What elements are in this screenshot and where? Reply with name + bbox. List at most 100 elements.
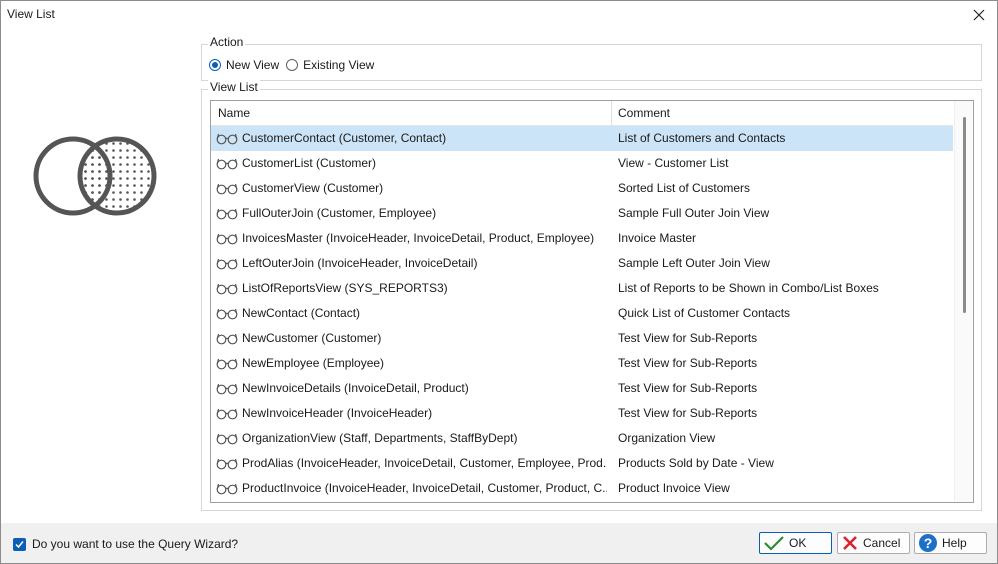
table-row[interactable]: OrganizationView (Staff, Departments, St…	[211, 426, 953, 451]
close-button[interactable]	[961, 1, 997, 29]
view-name-cell: NewCustomer (Customer)	[242, 331, 382, 345]
title-bar: View List	[1, 1, 997, 29]
ok-label: OK	[789, 536, 807, 550]
ok-button[interactable]: OK	[759, 532, 832, 554]
checkbox-checked-icon	[13, 537, 26, 551]
glasses-icon	[216, 207, 238, 223]
glasses-icon	[216, 457, 238, 473]
table-header: Name Comment	[211, 101, 953, 126]
view-name-cell: CustomerView (Customer)	[242, 181, 384, 195]
view-comment-cell: Test View for Sub-Reports	[618, 406, 758, 420]
action-radio-row: New View Existing View	[209, 58, 381, 72]
help-label: Help	[942, 536, 967, 550]
view-comment-cell: Quick List of Customer Contacts	[618, 306, 791, 320]
query-wizard-label: Do you want to use the Query Wizard?	[32, 537, 239, 551]
view-name-cell: CustomerContact (Customer, Contact)	[242, 131, 447, 145]
column-header-comment[interactable]: Comment	[618, 106, 670, 120]
view-comment-cell: Product Invoice View	[618, 481, 730, 495]
table-row[interactable]: NewCustomer (Customer) Test View for Sub-…	[211, 326, 953, 351]
view-name-cell: FullOuterJoin (Customer, Employee)	[242, 206, 437, 220]
glasses-icon	[216, 307, 238, 323]
glasses-icon	[216, 232, 238, 248]
table-row[interactable]: ProductInvoice (InvoiceHeader, InvoiceDe…	[211, 476, 953, 501]
radio-checked-icon	[209, 59, 221, 71]
glasses-icon	[216, 132, 238, 148]
view-list-dialog: View List Action New View Existing View …	[0, 0, 998, 564]
view-comment-cell: Organization View	[618, 431, 716, 445]
table-row[interactable]: InvoicesMaster (InvoiceHeader, InvoiceDe…	[211, 226, 953, 251]
glasses-icon	[216, 482, 238, 498]
glasses-icon	[216, 182, 238, 198]
view-name-cell: ListOfReportsView (SYS_REPORTS3)	[242, 281, 448, 295]
table-row[interactable]: NewContact (Contact) Quick List of Custom…	[211, 301, 953, 326]
glasses-icon	[216, 157, 238, 173]
cancel-button[interactable]: Cancel	[837, 532, 910, 554]
glasses-icon	[216, 282, 238, 298]
table-row[interactable]: LeftOuterJoin (InvoiceHeader, InvoiceDet…	[211, 251, 953, 276]
view-list-group: View List Name Comment CustomerContact (…	[201, 80, 982, 511]
view-name-cell: NewContact (Contact)	[242, 306, 361, 320]
venn-diagram-icon	[33, 136, 157, 216]
view-comment-cell: List of Customers and Contacts	[618, 131, 786, 145]
action-group-label: Action	[208, 35, 246, 49]
view-comment-cell: Test View for Sub-Reports	[618, 331, 758, 345]
table-row[interactable]: CustomerView (Customer) Sorted List of Cu…	[211, 176, 953, 201]
view-name-cell: NewInvoiceHeader (InvoiceHeader)	[242, 406, 433, 420]
glasses-icon	[216, 257, 238, 273]
action-group: Action New View Existing View	[201, 35, 982, 81]
table-row[interactable]: NewInvoiceDetails (InvoiceDetail, Produc…	[211, 376, 953, 401]
new-view-label: New View	[226, 58, 280, 72]
view-name-cell: ProdAlias (InvoiceHeader, InvoiceDetail,…	[242, 456, 607, 470]
view-comment-cell: Test View for Sub-Reports	[618, 356, 758, 370]
scrollbar-thumb[interactable]	[963, 117, 966, 313]
view-comment-cell: Test View for Sub-Reports	[618, 381, 758, 395]
column-divider[interactable]	[611, 101, 612, 125]
x-icon	[841, 535, 859, 551]
table-row[interactable]: NewEmployee (Employee) Test View for Sub-…	[211, 351, 953, 376]
table-row[interactable]: CustomerContact (Customer, Contact) List …	[211, 126, 953, 151]
view-comment-cell: Invoice Master	[618, 231, 697, 245]
view-list-group-label: View List	[208, 80, 260, 94]
glasses-icon	[216, 407, 238, 423]
view-name-cell: ProductInvoice (InvoiceHeader, InvoiceDe…	[242, 481, 607, 495]
view-comment-cell: Sorted List of Customers	[618, 181, 751, 195]
help-icon: ?	[918, 533, 938, 553]
view-name-cell: NewEmployee (Employee)	[242, 356, 385, 370]
view-comment-cell: View - Customer List	[618, 156, 729, 170]
view-list-table[interactable]: Name Comment CustomerContact (Customer, …	[210, 100, 974, 503]
checkmark-icon	[763, 535, 785, 551]
dialog-footer: Do you want to use the Query Wizard? OK …	[1, 523, 997, 563]
dialog-body: Action New View Existing View View List …	[1, 29, 997, 523]
close-icon	[973, 9, 985, 21]
glasses-icon	[216, 432, 238, 448]
view-comment-cell: Sample Left Outer Join View	[618, 256, 770, 270]
existing-view-radio[interactable]: Existing View	[286, 58, 374, 72]
view-comment-cell: Products Sold by Date - View	[618, 456, 774, 470]
view-comment-cell: List of Reports to be Shown in Combo/Lis…	[618, 281, 879, 295]
table-row[interactable]: ProdAlias (InvoiceHeader, InvoiceDetail,…	[211, 451, 953, 476]
existing-view-label: Existing View	[303, 58, 375, 72]
view-name-cell: CustomerList (Customer)	[242, 156, 377, 170]
help-button[interactable]: ? Help	[914, 532, 987, 554]
column-header-name[interactable]: Name	[218, 106, 250, 120]
table-row[interactable]: NewInvoiceHeader (InvoiceHeader) Test Vie…	[211, 401, 953, 426]
view-name-cell: OrganizationView (Staff, Departments, St…	[242, 431, 518, 445]
radio-unchecked-icon	[286, 59, 299, 71]
table-row[interactable]: FullOuterJoin (Customer, Employee) Sample…	[211, 201, 953, 226]
view-name-cell: InvoicesMaster (InvoiceHeader, InvoiceDe…	[242, 231, 595, 245]
view-comment-cell: Sample Full Outer Join View	[618, 206, 770, 220]
glasses-icon	[216, 382, 238, 398]
glasses-icon	[216, 332, 238, 348]
view-name-cell: NewInvoiceDetails (InvoiceDetail, Produc…	[242, 381, 469, 395]
view-name-cell: LeftOuterJoin (InvoiceHeader, InvoiceDet…	[242, 256, 478, 270]
table-rows: CustomerContact (Customer, Contact) List …	[211, 126, 955, 501]
new-view-radio[interactable]: New View	[209, 58, 279, 72]
table-row[interactable]: ListOfReportsView (SYS_REPORTS3) List of …	[211, 276, 953, 301]
table-row[interactable]: CustomerList (Customer) View - Customer L…	[211, 151, 953, 176]
query-wizard-checkbox[interactable]: Do you want to use the Query Wizard?	[13, 537, 238, 551]
cancel-label: Cancel	[863, 536, 901, 550]
vertical-scrollbar[interactable]	[954, 101, 973, 502]
window-title: View List	[7, 7, 55, 21]
glasses-icon	[216, 357, 238, 373]
svg-text:?: ?	[924, 535, 933, 551]
